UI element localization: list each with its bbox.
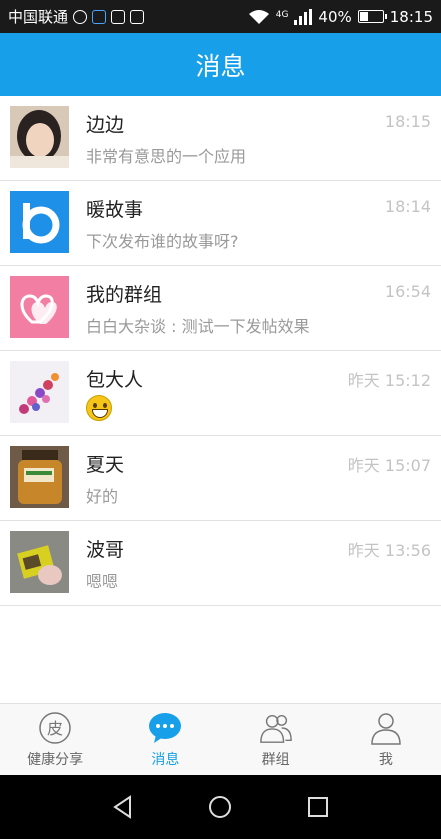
conversation-item[interactable]: 波哥 嗯嗯 昨天 13:56 (0, 521, 441, 606)
message-time: 昨天 15:12 (347, 371, 431, 390)
battery-level (359, 12, 368, 21)
clock: 18:15 (389, 7, 433, 26)
message-time: 18:14 (384, 197, 431, 216)
contact-name: 边边 (86, 114, 125, 136)
back-icon[interactable] (112, 795, 134, 819)
title-bar: 消息 (0, 33, 441, 96)
battery-icon (357, 10, 387, 23)
tab-messages[interactable]: 消息 (110, 704, 220, 775)
contact-name: 暖故事 (86, 199, 144, 221)
message-time: 16:54 (384, 282, 431, 301)
recents-icon[interactable] (307, 796, 329, 818)
message-preview: 下次发布谁的故事呀? (86, 232, 239, 251)
conversation-list: 边边 非常有意思的一个应用 18:15 暖故事 下次发布谁的故事呀? 18:14… (0, 96, 441, 606)
conversation-item[interactable]: 暖故事 下次发布谁的故事呀? 18:14 (0, 181, 441, 266)
conversation-item[interactable]: 边边 非常有意思的一个应用 18:15 (0, 96, 441, 181)
person-icon (369, 711, 403, 745)
group-icon (259, 711, 293, 745)
contact-name: 波哥 (86, 539, 125, 561)
image-icon (111, 9, 126, 24)
message-preview: 白白大杂谈 : 测试一下发帖效果 (86, 317, 310, 336)
conversation-item[interactable]: 夏天 好的 昨天 15:07 (0, 436, 441, 521)
android-icon (130, 9, 145, 24)
group-name: 我的群组 (86, 284, 163, 306)
tab-label: 我 (378, 752, 393, 768)
skin-badge-char: 皮 (47, 719, 63, 738)
wifi-icon (248, 9, 269, 24)
chat-bubble-icon (148, 711, 182, 745)
signal-icon (294, 8, 313, 25)
carrier-name: 中国联通 (8, 8, 69, 26)
conversation-item[interactable]: 包大人 昨天 15:12 (0, 351, 441, 436)
skin-badge-icon: 皮 (38, 711, 72, 745)
smiley-emoji-icon (86, 395, 112, 421)
network-type: 4G (275, 9, 289, 20)
home-icon[interactable] (208, 795, 232, 819)
notification-icon (73, 9, 88, 24)
conversation-item[interactable]: 我的群组 白白大杂谈 : 测试一下发帖效果 16:54 (0, 266, 441, 351)
tab-label: 健康分享 (27, 752, 84, 768)
avatar (10, 446, 69, 508)
message-time: 18:15 (384, 112, 431, 131)
battery-percent: 40% (318, 7, 352, 26)
status-bar: 中国联通 4G 40% 18:15 (0, 0, 441, 33)
avatar (10, 276, 69, 338)
avatar (10, 106, 69, 168)
lock-icon (92, 9, 107, 24)
avatar (10, 361, 69, 423)
page-title: 消息 (195, 51, 246, 81)
contact-name: 包大人 (86, 369, 144, 391)
contact-name: 夏天 (86, 454, 125, 476)
message-time: 昨天 15:07 (347, 456, 431, 475)
system-nav-bar (0, 775, 441, 839)
avatar (10, 531, 69, 593)
message-time: 昨天 13:56 (347, 541, 431, 560)
tab-groups[interactable]: 群组 (221, 704, 331, 775)
bottom-tab-bar: 皮 健康分享 消息 群组 我 (0, 703, 441, 775)
tab-me[interactable]: 我 (331, 704, 441, 775)
avatar (10, 191, 69, 253)
message-preview: 好的 (86, 487, 119, 506)
message-preview: 嗯嗯 (86, 572, 119, 591)
tab-label: 消息 (151, 752, 180, 768)
message-preview: 非常有意思的一个应用 (86, 147, 247, 166)
tab-health-share[interactable]: 皮 健康分享 (0, 704, 110, 775)
tab-label: 群组 (261, 752, 290, 768)
